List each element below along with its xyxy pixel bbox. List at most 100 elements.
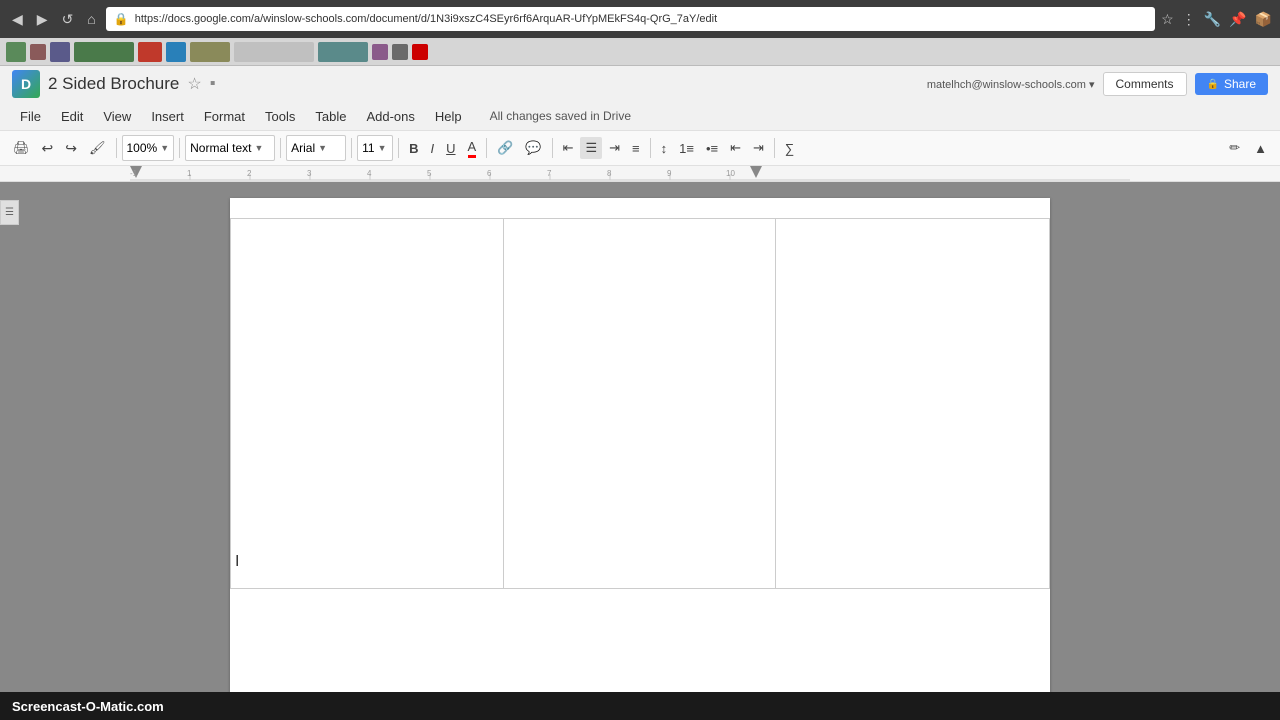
svg-text:3: 3 (307, 169, 312, 178)
collapse-toolbar-button[interactable]: ▲ (1249, 138, 1272, 159)
toolbar-sep-8 (650, 138, 651, 158)
zoom-arrow: ▼ (160, 143, 169, 153)
align-justify-button[interactable]: ≡ (627, 138, 645, 159)
ext-icon-2[interactable] (30, 44, 46, 60)
url-text: https://docs.google.com/a/winslow-school… (135, 13, 717, 25)
font-arrow: ▼ (318, 143, 327, 153)
increase-indent-icon: ⇥ (753, 140, 764, 156)
print-button[interactable]: 🖨 (8, 137, 35, 159)
menu-view[interactable]: View (95, 106, 139, 127)
bottom-bar-text: Screencast-O-Matic.com (12, 699, 164, 714)
extension-icon-3[interactable]: 📦 (1255, 11, 1272, 28)
ext-icon-9[interactable] (318, 42, 368, 62)
text-color-icon: A (468, 139, 477, 158)
text-color-button[interactable]: A (463, 136, 482, 161)
ext-icon-4[interactable] (74, 42, 134, 62)
document-table[interactable]: I (230, 218, 1050, 589)
link-icon: 🔗 (497, 140, 513, 156)
nav-home-button[interactable]: ⌂ (83, 9, 99, 29)
underline-icon: U (446, 141, 455, 156)
style-select[interactable]: Normal text ▼ (185, 135, 275, 161)
menu-edit[interactable]: Edit (53, 106, 91, 127)
ext-icon-10[interactable] (372, 44, 388, 60)
folder-icon[interactable]: ▪ (210, 75, 216, 93)
nav-refresh-button[interactable]: ↺ (58, 9, 78, 30)
align-justify-icon: ≡ (632, 141, 640, 156)
user-email[interactable]: matelhch@winslow-schools.com ▾ (927, 78, 1095, 91)
align-right-button[interactable]: ⇥ (604, 137, 625, 159)
style-arrow: ▼ (254, 143, 263, 153)
link-button[interactable]: 🔗 (492, 137, 518, 159)
italic-button[interactable]: I (426, 138, 440, 159)
share-label: Share (1224, 77, 1256, 91)
menu-insert[interactable]: Insert (143, 106, 192, 127)
browser-menu-icon[interactable]: ⋮ (1182, 11, 1196, 28)
pencil-button[interactable]: ✏ (1224, 137, 1245, 159)
table-cell-1-3[interactable] (776, 219, 1050, 589)
extension-icon-2[interactable]: 📌 (1229, 11, 1246, 28)
svg-text:7: 7 (547, 169, 552, 178)
redo-icon: ↪ (65, 140, 77, 157)
zoom-value: 100% (127, 141, 158, 155)
toolbar-sep-3 (280, 138, 281, 158)
comment-button[interactable]: 💬 (520, 137, 546, 159)
bookmark-star-icon[interactable]: ☆ (1161, 11, 1174, 28)
menu-help[interactable]: Help (427, 106, 470, 127)
comments-button[interactable]: Comments (1103, 72, 1187, 96)
numbered-list-button[interactable]: 1≡ (674, 138, 699, 159)
ext-icon-6[interactable] (166, 42, 186, 62)
redo-button[interactable]: ↪ (60, 137, 82, 160)
size-select[interactable]: 11 ▼ (357, 135, 393, 161)
ext-icon-8[interactable] (234, 42, 314, 62)
sidebar-toggle[interactable]: ☰ (0, 200, 19, 225)
ssl-lock-icon: 🔒 (114, 12, 129, 26)
print-icon: 🖨 (13, 140, 30, 156)
paint-format-icon: 🖌 (89, 140, 106, 156)
ext-icon-3[interactable] (50, 42, 70, 62)
bottom-bar: Screencast-O-Matic.com (0, 692, 1280, 720)
ext-icon-7[interactable] (190, 42, 230, 62)
increase-indent-button[interactable]: ⇥ (748, 137, 769, 159)
document-title[interactable]: 2 Sided Brochure (48, 74, 179, 94)
svg-text:-1: -1 (130, 169, 138, 178)
menu-table[interactable]: Table (307, 106, 354, 127)
extension-icon-1[interactable]: 🔧 (1204, 11, 1221, 28)
underline-button[interactable]: U (441, 138, 460, 159)
undo-button[interactable]: ↩ (37, 137, 59, 160)
line-spacing-button[interactable]: ↕ (656, 138, 673, 159)
ext-icon-12[interactable] (412, 44, 428, 60)
table-cell-1-1[interactable]: I (231, 219, 504, 589)
svg-text:10: 10 (726, 169, 735, 178)
menu-file[interactable]: File (12, 106, 49, 127)
share-button[interactable]: 🔒 Share (1195, 73, 1268, 95)
address-bar[interactable]: 🔒 https://docs.google.com/a/winslow-scho… (106, 7, 1155, 31)
table-cell-1-2[interactable] (503, 219, 776, 589)
bulleted-list-icon: •≡ (706, 141, 718, 156)
collapse-icon: ▲ (1254, 141, 1267, 156)
paint-format-button[interactable]: 🖌 (84, 137, 111, 159)
document-page: I (230, 198, 1050, 704)
decrease-indent-button[interactable]: ⇤ (725, 137, 746, 159)
menu-addons[interactable]: Add-ons (358, 106, 422, 127)
star-icon[interactable]: ☆ (187, 74, 201, 94)
align-right-icon: ⇥ (609, 140, 620, 156)
ext-icon-1[interactable] (6, 42, 26, 62)
menu-tools[interactable]: Tools (257, 106, 303, 127)
nav-forward-button[interactable]: ▶ (33, 9, 52, 30)
font-select[interactable]: Arial ▼ (286, 135, 346, 161)
align-left-button[interactable]: ⇤ (558, 137, 579, 159)
formula-button[interactable]: ∑ (780, 138, 799, 159)
menu-format[interactable]: Format (196, 106, 253, 127)
ext-icon-11[interactable] (392, 44, 408, 60)
bulleted-list-button[interactable]: •≡ (701, 138, 723, 159)
font-value: Arial (291, 141, 315, 155)
bold-button[interactable]: B (404, 138, 423, 159)
title-left: D 2 Sided Brochure ☆ ▪ (12, 70, 215, 98)
align-center-button[interactable]: ☰ (580, 137, 602, 159)
ext-icon-5[interactable] (138, 42, 162, 62)
italic-icon: I (431, 141, 435, 156)
numbered-list-icon: 1≡ (679, 141, 694, 156)
zoom-select[interactable]: 100% ▼ (122, 135, 175, 161)
nav-back-button[interactable]: ◀ (8, 9, 27, 30)
document-scroll-area[interactable]: ☰ I (0, 182, 1280, 720)
